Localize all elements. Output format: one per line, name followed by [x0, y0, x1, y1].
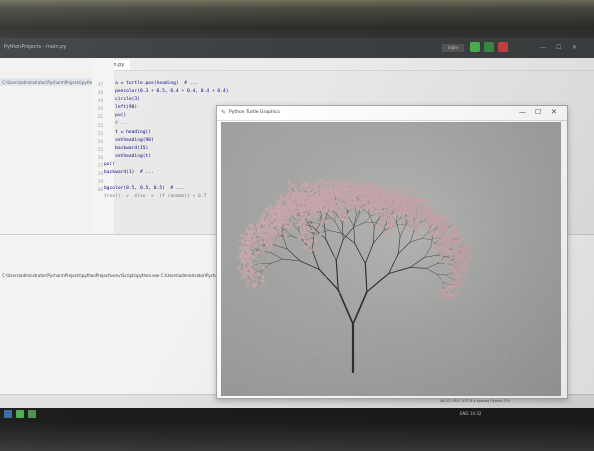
code-line: pu() — [104, 113, 127, 119]
code-editor[interactable]: a = turtle.pos(heading) # ... pencolor(0… — [104, 80, 228, 201]
turtle-title-bar: ✎ Python Turtle Graphics — ☐ ✕ — [217, 106, 567, 121]
line-number: 50 — [98, 106, 104, 112]
breadcrumb: tree() > else > if random() < 0.7 — [104, 194, 207, 200]
code-line: pencolor(0.3 + 0.5, 0.4 + 0.4, 0.4 + 0.4… — [104, 89, 229, 95]
ide-maximize-icon[interactable]: ☐ — [556, 44, 561, 51]
os-taskbar: ENG 14:32 — [0, 408, 594, 420]
line-number: 57 — [98, 163, 104, 168]
line-number: 56 — [98, 154, 104, 160]
code-line: setheading(90) — [104, 137, 154, 143]
feather-icon: ✎ — [221, 109, 227, 116]
line-number: 58 — [98, 171, 104, 177]
code-line: bgcolor(0.5, 0.5, 0.5) # ... — [104, 186, 185, 192]
line-number: 51 — [98, 114, 104, 120]
monitor-bezel-bottom — [0, 420, 594, 451]
line-number: 49 — [98, 98, 104, 104]
line-number: 53 — [98, 130, 104, 136]
status-text: 48:22 CRLF UTF-8 4 spaces Python 3.9 — [440, 399, 510, 403]
ide-minimize-icon[interactable]: — — [540, 44, 546, 51]
ide-close-icon[interactable]: ✕ — [572, 44, 577, 51]
code-line: circle(3) — [104, 97, 140, 103]
line-number: 55 — [98, 146, 104, 152]
code-line: # ... — [104, 121, 129, 127]
line-number: 54 — [98, 138, 104, 144]
line-number: 48 — [98, 90, 104, 96]
ide-title-bar: PythonProjects - main.py main — ☐ ✕ — [0, 38, 594, 58]
editor-tab-bar: main.py — [92, 58, 594, 71]
line-number: 47 — [98, 82, 104, 87]
turtle-canvas[interactable] — [221, 122, 561, 396]
system-tray: ENG 14:32 — [460, 411, 482, 416]
run-button[interactable] — [470, 42, 480, 52]
line-number: 52 — [98, 122, 104, 128]
cherry-tree-drawing — [237, 178, 552, 374]
line-number: 59 — [98, 179, 104, 185]
ide-window-title: PythonProjects - main.py — [4, 44, 67, 50]
stop-button[interactable] — [498, 42, 508, 52]
start-icon[interactable] — [4, 410, 12, 418]
blossoms — [237, 178, 552, 369]
run-config-dropdown[interactable]: main — [442, 44, 464, 52]
maximize-icon[interactable]: ☐ — [535, 108, 541, 116]
turtle-graphics-window: ✎ Python Turtle Graphics — ☐ ✕ — [216, 105, 568, 399]
minimize-icon[interactable]: — — [519, 108, 526, 116]
line-number: 60 — [98, 187, 104, 193]
debug-button[interactable] — [484, 42, 494, 52]
code-line: left(90) — [104, 105, 138, 111]
code-line: t = heading() — [104, 129, 152, 135]
code-line: pu() — [104, 161, 116, 167]
python-taskbar-icon[interactable] — [28, 410, 36, 418]
code-line: backward(1) # ... — [104, 170, 154, 176]
code-line: backward(15) — [104, 145, 149, 151]
code-line: setheading(t) — [104, 153, 152, 159]
turtle-window-title: Python Turtle Graphics — [229, 110, 280, 115]
pycharm-taskbar-icon[interactable] — [16, 410, 24, 418]
close-icon[interactable]: ✕ — [551, 108, 557, 116]
code-line: a = turtle.pos(heading) # ... — [104, 81, 199, 86]
